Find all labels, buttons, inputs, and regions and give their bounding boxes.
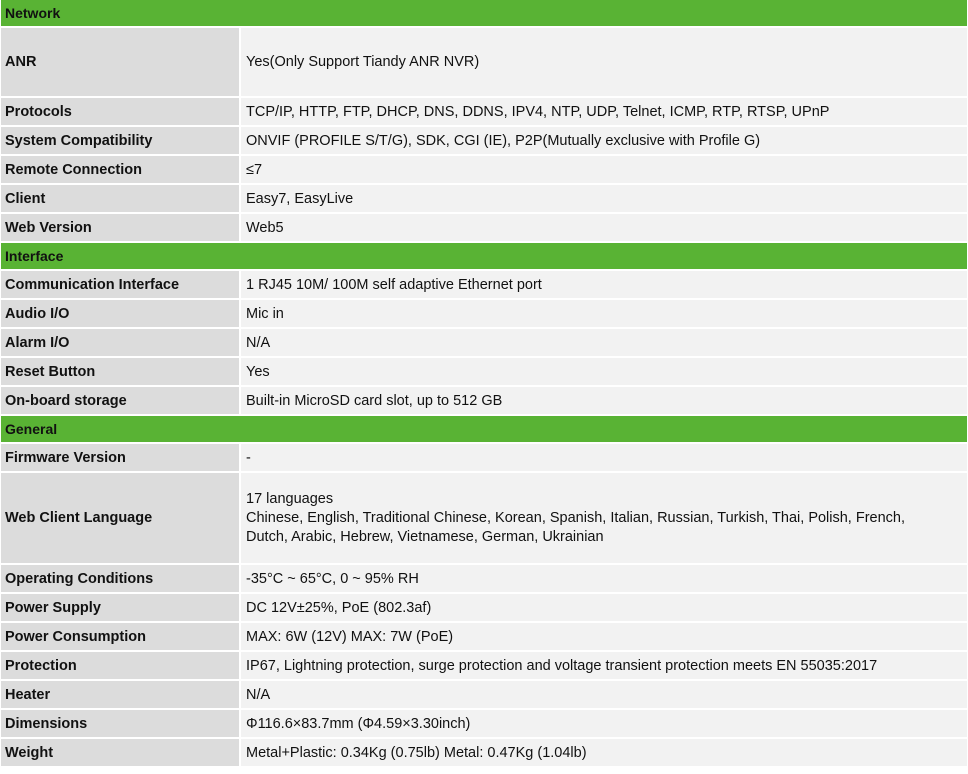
value-onboard-storage: Built-in MicroSD card slot, up to 512 GB xyxy=(241,387,967,416)
value-weight: Metal+Plastic: 0.34Kg (0.75lb) Metal: 0.… xyxy=(241,739,967,768)
value-power-consumption: MAX: 6W (12V) MAX: 7W (PoE) xyxy=(241,623,967,652)
section-header-interface: Interface xyxy=(1,243,967,271)
language-list-line-1: Chinese, English, Traditional Chinese, K… xyxy=(246,509,906,526)
value-remote-connection: ≤7 xyxy=(241,156,967,185)
label-system-compatibility: System Compatibility xyxy=(1,127,241,156)
value-audio-io: Mic in xyxy=(241,300,967,329)
section-header-network: Network xyxy=(1,0,967,28)
label-heater: Heater xyxy=(1,681,241,710)
label-firmware-version: Firmware Version xyxy=(1,444,241,473)
label-operating-conditions: Operating Conditions xyxy=(1,565,241,594)
value-web-client-language: 17 languages Chinese, English, Tradition… xyxy=(241,473,967,565)
value-power-supply: DC 12V±25%, PoE (802.3af) xyxy=(241,594,967,623)
spec-table: Network ANR Yes(Only Support Tiandy ANR … xyxy=(0,0,967,774)
value-operating-conditions: -35°C ~ 65°C, 0 ~ 95% RH xyxy=(241,565,967,594)
value-firmware-version: - xyxy=(241,444,967,473)
label-dimensions: Dimensions xyxy=(1,710,241,739)
value-anr: Yes(Only Support Tiandy ANR NVR) xyxy=(241,28,967,98)
section-header-general: General xyxy=(1,416,967,444)
value-protection: IP67, Lightning protection, surge protec… xyxy=(241,652,967,681)
value-reset-button: Yes xyxy=(241,358,967,387)
label-web-client-language: Web Client Language xyxy=(1,473,241,565)
label-reset-button: Reset Button xyxy=(1,358,241,387)
value-client: Easy7, EasyLive xyxy=(241,185,967,214)
label-web-version: Web Version xyxy=(1,214,241,243)
label-client: Client xyxy=(1,185,241,214)
language-list-line-2: Dutch, Arabic, Hebrew, Vietnamese, Germa… xyxy=(246,528,604,545)
label-protocols: Protocols xyxy=(1,98,241,127)
value-communication-interface: 1 RJ45 10M/ 100M self adaptive Ethernet … xyxy=(241,271,967,300)
label-remote-connection: Remote Connection xyxy=(1,156,241,185)
value-dimensions: Φ116.6×83.7mm (Φ4.59×3.30inch) xyxy=(241,710,967,739)
value-protocols: TCP/IP, HTTP, FTP, DHCP, DNS, DDNS, IPV4… xyxy=(241,98,967,127)
language-count: 17 languages xyxy=(246,490,334,507)
value-heater: N/A xyxy=(241,681,967,710)
label-anr: ANR xyxy=(1,28,241,98)
value-system-compatibility: ONVIF (PROFILE S/T/G), SDK, CGI (IE), P2… xyxy=(241,127,967,156)
label-audio-io: Audio I/O xyxy=(1,300,241,329)
label-alarm-io: Alarm I/O xyxy=(1,329,241,358)
label-weight: Weight xyxy=(1,739,241,768)
label-onboard-storage: On-board storage xyxy=(1,387,241,416)
label-protection: Protection xyxy=(1,652,241,681)
label-communication-interface: Communication Interface xyxy=(1,271,241,300)
label-power-consumption: Power Consumption xyxy=(1,623,241,652)
value-alarm-io: N/A xyxy=(241,329,967,358)
label-power-supply: Power Supply xyxy=(1,594,241,623)
value-web-version: Web5 xyxy=(241,214,967,243)
